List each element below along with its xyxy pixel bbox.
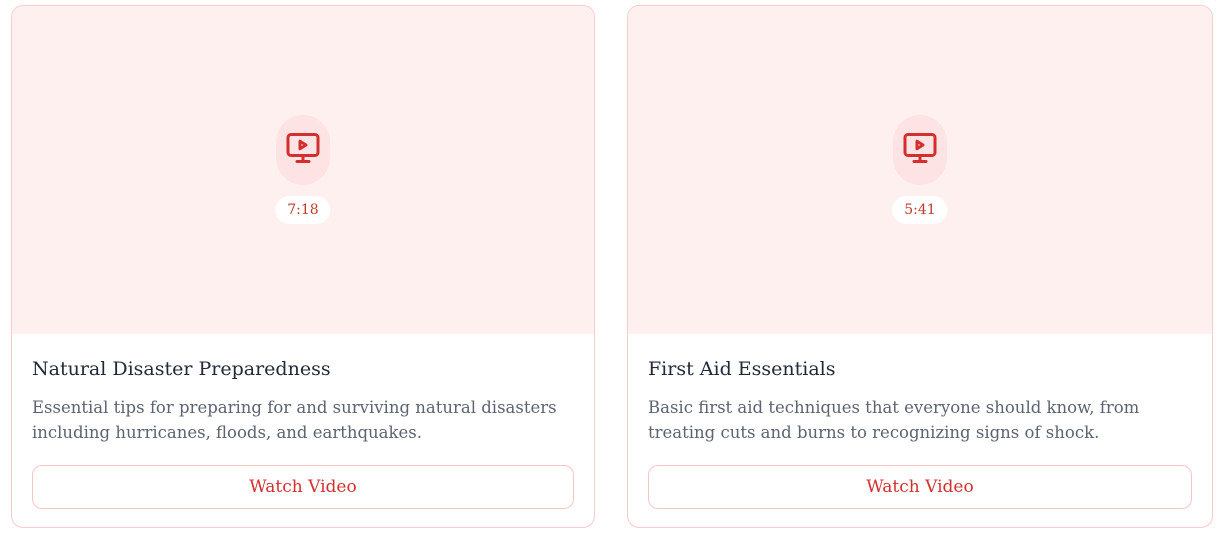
duration-badge: 5:41 [892,196,948,224]
watch-video-button[interactable]: Watch Video [32,465,574,509]
video-title: First Aid Essentials [648,358,836,380]
video-thumbnail[interactable]: 5:41 [628,6,1212,334]
duration-badge: 7:18 [275,196,331,224]
play-icon-badge [893,115,947,185]
video-title: Natural Disaster Preparedness [32,358,331,380]
monitor-play-icon [286,133,320,163]
video-description: Basic first aid techniques that everyone… [648,398,1140,442]
monitor-play-icon [903,133,937,163]
play-icon-badge [276,115,330,185]
video-card: 7:18 Natural Disaster Preparedness Essen… [11,5,595,528]
watch-video-button[interactable]: Watch Video [648,465,1192,509]
video-card: 5:41 First Aid Essentials Basic first ai… [627,5,1213,528]
video-description: Essential tips for preparing for and sur… [32,398,557,442]
video-thumbnail[interactable]: 7:18 [12,6,594,334]
video-grid: 7:18 Natural Disaster Preparedness Essen… [0,0,1227,540]
